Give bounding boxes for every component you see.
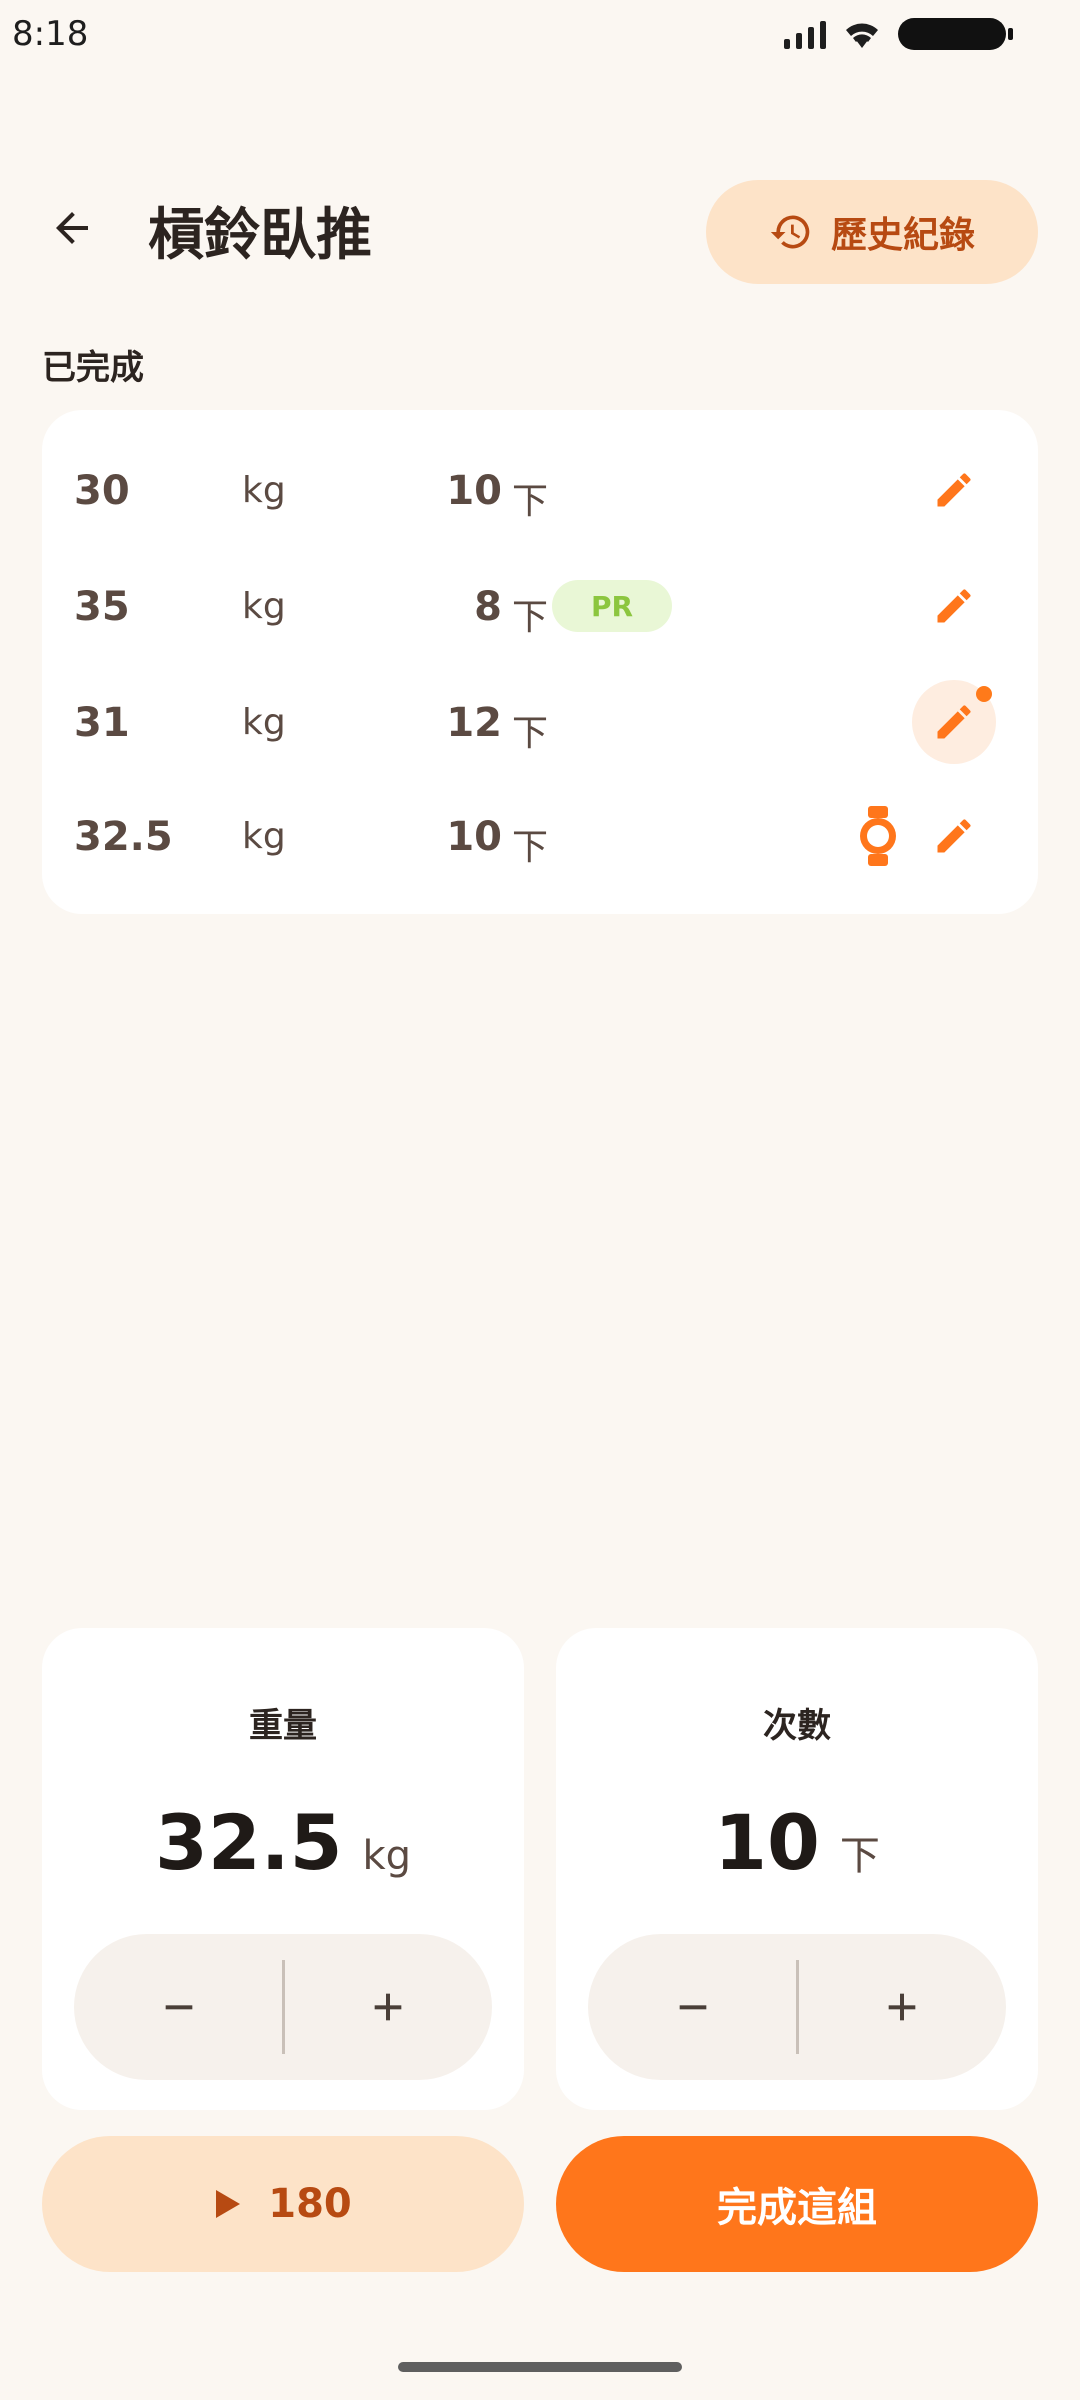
minus-icon (679, 2005, 706, 2010)
battery-icon (898, 18, 1013, 50)
set-row-1: 30 kg 10 下 (42, 432, 1038, 548)
set-reps: 10 (446, 468, 502, 514)
reps-value-display: 10 下 (556, 1798, 1038, 1887)
pencil-icon (937, 705, 971, 739)
cell-signal-icon (784, 19, 826, 49)
set-row-2: 35 kg 8 下 PR (42, 548, 1038, 664)
set-row-4: 32.5 kg 10 下 (42, 778, 1038, 894)
set-weight: 35 (74, 584, 130, 630)
set-reps-unit: 下 (512, 481, 549, 522)
set-reps-unit: 下 (512, 713, 549, 754)
page-title: 槓鈴臥推 (148, 203, 372, 268)
weight-stepper-card: 重量 32.5 kg (42, 1628, 524, 2110)
pencil-icon (937, 819, 971, 853)
set-row-3: 31 kg 12 下 (42, 664, 1038, 780)
set-weight: 30 (74, 468, 130, 514)
complete-set-label: 完成這組 (717, 2185, 877, 2231)
completed-label: 已完成 (42, 348, 144, 388)
complete-set-button[interactable]: 完成這組 (556, 2136, 1038, 2272)
status-time: 8:18 (12, 14, 89, 54)
status-bar: 8:18 (0, 0, 1080, 70)
stepper-divider (796, 1960, 799, 2054)
pencil-icon (937, 589, 971, 623)
set-reps-unit: 下 (512, 827, 549, 868)
arrow-left-icon (56, 212, 88, 244)
weight-decrement-button[interactable] (74, 1934, 283, 2080)
edit-set-button[interactable] (912, 794, 996, 878)
watch-icon (850, 802, 906, 870)
notification-dot (976, 686, 992, 702)
status-icons (784, 18, 1013, 50)
edit-set-button[interactable] (912, 680, 996, 764)
weight-value-display: 32.5 kg (42, 1798, 524, 1887)
home-indicator[interactable] (398, 2362, 682, 2372)
set-reps: 8 (474, 584, 502, 630)
wifi-icon (846, 23, 878, 48)
reps-increment-button[interactable] (797, 1934, 1006, 2080)
weight-title: 重量 (249, 1706, 317, 1746)
reps-title: 次數 (763, 1706, 831, 1746)
set-weight-unit: kg (242, 470, 286, 511)
pencil-icon (937, 473, 971, 507)
rest-timer-button[interactable]: 180 (42, 2136, 524, 2272)
history-button[interactable]: 歷史紀錄 (706, 180, 1038, 284)
weight-unit: kg (362, 1833, 412, 1879)
set-reps: 10 (446, 814, 502, 860)
completed-sets-card: 30 kg 10 下 35 kg 8 下 PR 31 kg 12 下 32.5 … (42, 410, 1038, 914)
reps-stepper-card: 次數 10 下 (556, 1628, 1038, 2110)
weight-increment-button[interactable] (283, 1934, 492, 2080)
weight-value: 32.5 (154, 1798, 343, 1887)
rest-timer-label: 180 (268, 2181, 352, 2227)
edit-set-button[interactable] (912, 564, 996, 648)
back-button[interactable] (40, 196, 104, 260)
reps-unit: 下 (839, 1833, 880, 1879)
play-icon (216, 2190, 241, 2218)
plus-icon (374, 1993, 401, 2021)
set-weight-unit: kg (242, 816, 286, 857)
set-weight-unit: kg (242, 586, 286, 627)
pr-badge: PR (552, 580, 672, 632)
set-weight-unit: kg (242, 702, 286, 743)
history-label: 歷史紀錄 (830, 215, 975, 256)
set-reps: 12 (446, 700, 502, 746)
weight-stepper (74, 1934, 492, 2080)
set-weight: 32.5 (74, 814, 173, 860)
plus-icon (888, 1993, 915, 2021)
history-icon (770, 215, 810, 249)
set-reps-unit: 下 (512, 597, 549, 638)
stepper-divider (282, 1960, 285, 2054)
edit-set-button[interactable] (912, 448, 996, 532)
reps-stepper (588, 1934, 1006, 2080)
reps-decrement-button[interactable] (588, 1934, 797, 2080)
set-weight: 31 (74, 700, 130, 746)
reps-value: 10 (714, 1798, 820, 1887)
minus-icon (165, 2005, 192, 2010)
